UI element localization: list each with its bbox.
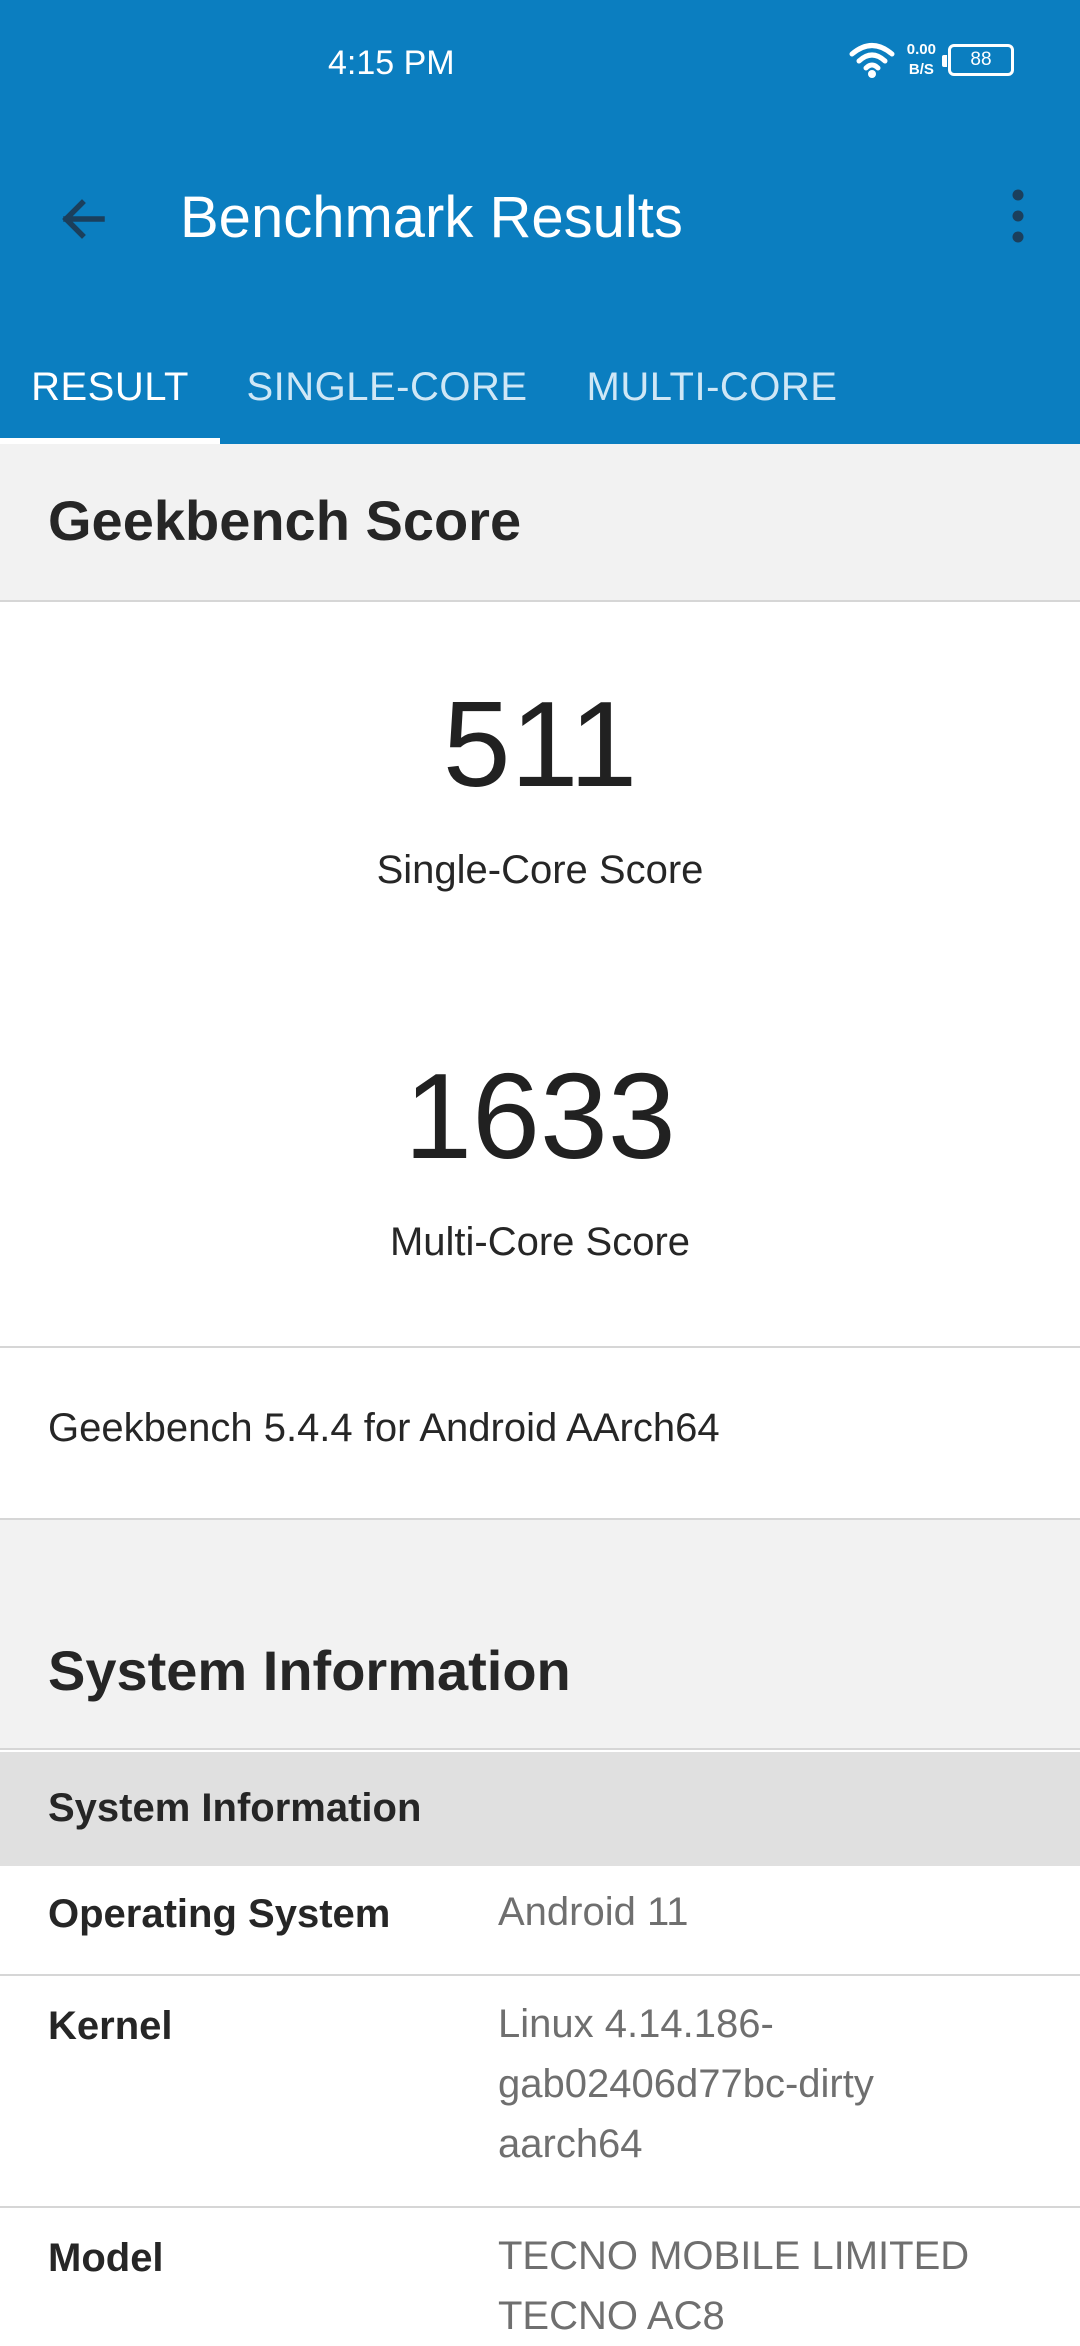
net-speed: 0.00 B/S <box>907 40 936 80</box>
battery-icon: 88 <box>942 44 1014 76</box>
row-value: Linux 4.14.186- gab02406d77bc-dirty aarc… <box>498 1994 1038 2174</box>
row-key: Model <box>48 2236 164 2280</box>
system-information-subheading: System Information <box>48 1786 422 1830</box>
row-value-line: aarch64 <box>498 2122 643 2166</box>
net-speed-unit: B/S <box>908 61 934 78</box>
system-information-header: System Information <box>0 1520 1080 1750</box>
arrow-left-icon[interactable] <box>50 186 116 252</box>
status-icons: 0.00 B/S 88 <box>849 40 1014 80</box>
divider <box>0 1974 1080 1976</box>
tab-bar: RESULT SINGLE-CORE MULTI-CORE <box>0 330 1080 444</box>
multi-core-score-label: Multi-Core Score <box>389 1220 691 1264</box>
row-value-line: gab02406d77bc-dirty <box>498 2062 874 2106</box>
geekbench-score-header: Geekbench Score <box>0 444 1080 602</box>
row-value-line: TECNO MOBILE LIMITED <box>498 2234 970 2278</box>
system-information-heading: System Information <box>48 1639 571 1702</box>
row-value: Android 11 <box>498 1890 689 1934</box>
row-value: TECNO MOBILE LIMITED TECNO AC8 <box>498 2226 1038 2346</box>
row-value-line: TECNO AC8 <box>498 2294 725 2338</box>
row-key: Operating System <box>48 1892 391 1936</box>
battery-level: 88 <box>970 49 992 70</box>
net-speed-value: 0.00 <box>906 41 936 58</box>
single-core-score-label: Single-Core Score <box>376 848 704 892</box>
status-time: 4:15 PM <box>328 44 455 82</box>
app-bar: 4:15 PM 0.00 B/S 88 Benchmark Results RE… <box>0 0 1080 444</box>
wifi-icon <box>849 43 895 78</box>
row-key: Kernel <box>48 2004 173 2048</box>
geekbench-version: Geekbench 5.4.4 for Android AArch64 <box>48 1406 720 1450</box>
divider <box>0 1748 1080 1750</box>
multi-core-score-value: 1633 <box>404 1048 676 1184</box>
tab-multi-core[interactable]: MULTI-CORE <box>570 330 854 444</box>
tab-result[interactable]: RESULT <box>0 330 220 444</box>
page-title: Benchmark Results <box>180 185 683 250</box>
more-vert-icon[interactable] <box>1000 186 1036 246</box>
divider <box>0 600 1080 602</box>
system-information-subheader: System Information <box>0 1752 1080 1866</box>
tab-single-core[interactable]: SINGLE-CORE <box>220 330 554 444</box>
geekbench-score-heading: Geekbench Score <box>48 489 522 552</box>
divider <box>0 2206 1080 2208</box>
divider <box>0 1346 1080 1348</box>
row-value-line: Linux 4.14.186- <box>498 2002 774 2046</box>
single-core-score-value: 511 <box>442 676 638 812</box>
